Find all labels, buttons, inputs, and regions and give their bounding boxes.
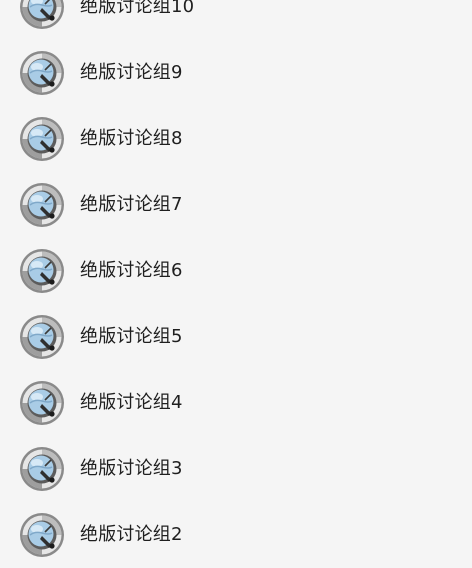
list-item[interactable]: 绝版讨论组5 — [0, 304, 472, 370]
globe-satellite-icon — [18, 445, 66, 493]
group-list: 绝版讨论组10 绝版讨论组9 绝版讨论组8 绝版讨论组7 绝版讨论组6 绝版讨论… — [0, 0, 472, 568]
globe-satellite-icon — [18, 247, 66, 295]
list-item[interactable]: 绝版讨论组10 — [0, 0, 472, 40]
group-name: 绝版讨论组6 — [80, 260, 183, 281]
globe-satellite-icon — [18, 0, 66, 31]
list-item[interactable]: 绝版讨论组9 — [0, 40, 472, 106]
globe-satellite-icon — [18, 115, 66, 163]
list-item[interactable]: 绝版讨论组3 — [0, 436, 472, 502]
group-name: 绝版讨论组4 — [80, 392, 183, 413]
group-name: 绝版讨论组10 — [80, 0, 195, 17]
group-name: 绝版讨论组2 — [80, 524, 183, 545]
list-item[interactable]: 绝版讨论组4 — [0, 370, 472, 436]
list-item[interactable]: 绝版讨论组2 — [0, 502, 472, 568]
globe-satellite-icon — [18, 49, 66, 97]
group-name: 绝版讨论组8 — [80, 128, 183, 149]
list-item[interactable]: 绝版讨论组7 — [0, 172, 472, 238]
group-name: 绝版讨论组5 — [80, 326, 183, 347]
group-name: 绝版讨论组7 — [80, 194, 183, 215]
globe-satellite-icon — [18, 379, 66, 427]
group-name: 绝版讨论组9 — [80, 62, 183, 83]
list-item[interactable]: 绝版讨论组6 — [0, 238, 472, 304]
globe-satellite-icon — [18, 313, 66, 361]
list-item[interactable]: 绝版讨论组8 — [0, 106, 472, 172]
globe-satellite-icon — [18, 181, 66, 229]
globe-satellite-icon — [18, 511, 66, 559]
group-name: 绝版讨论组3 — [80, 458, 183, 479]
